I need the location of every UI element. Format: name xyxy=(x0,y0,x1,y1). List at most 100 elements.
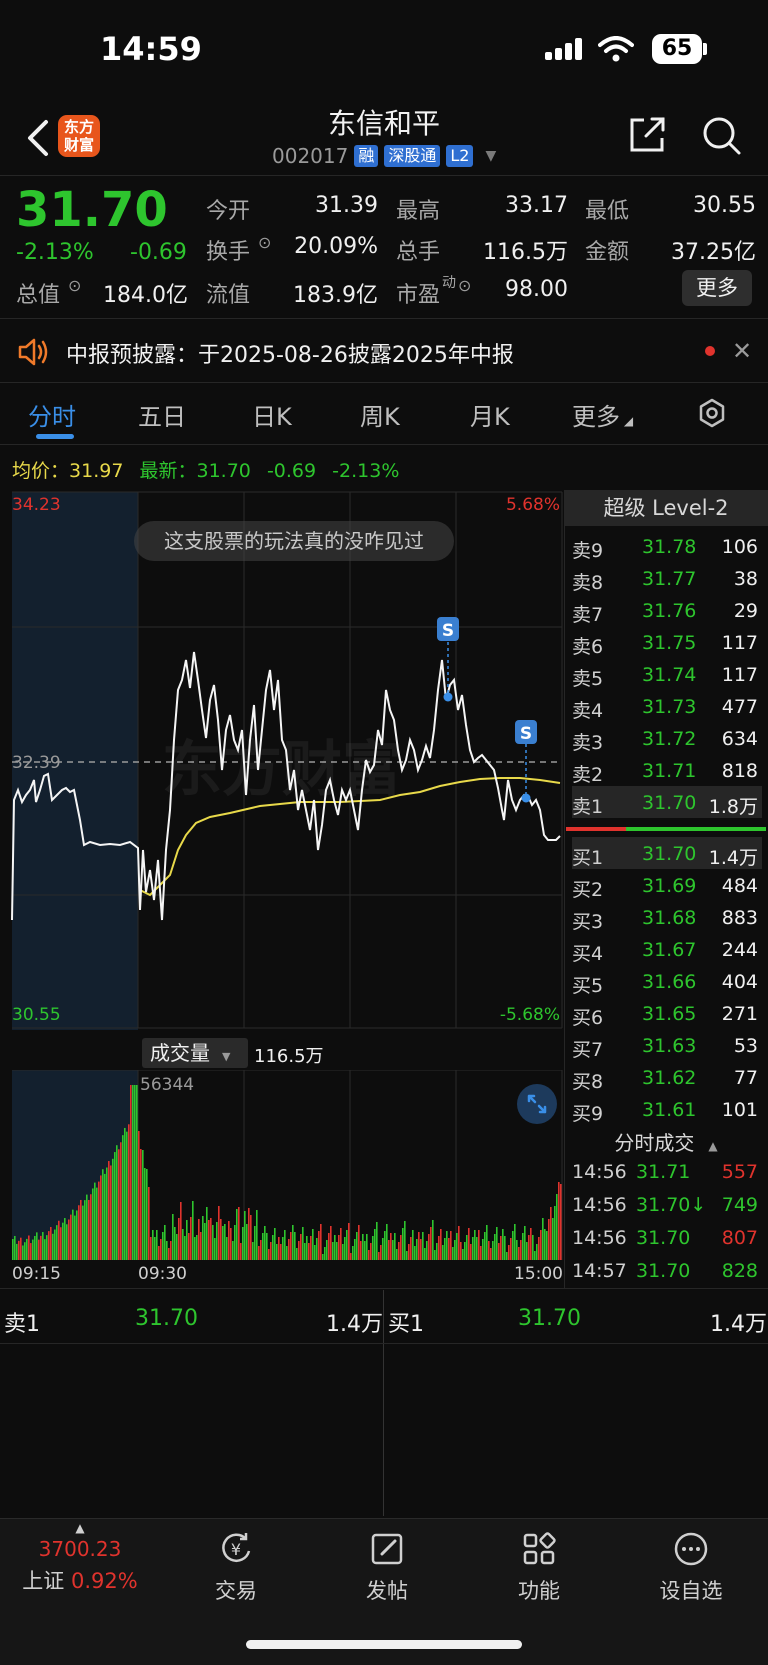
ask-row[interactable]: 卖2 31.71 818 xyxy=(572,754,762,786)
volume-bar xyxy=(410,1237,412,1260)
pe-sup: 动 xyxy=(442,275,456,291)
volume-bar xyxy=(510,1238,512,1260)
info-icon[interactable]: ⊙ xyxy=(258,233,271,252)
search-icon[interactable] xyxy=(700,114,742,156)
intraday-chart[interactable]: 东方财富 S S 34.23 30.55 32.39 5.68% -5.68% xyxy=(0,490,564,1030)
more-button[interactable]: 更多 xyxy=(682,270,752,306)
ask-row[interactable]: 卖7 31.76 29 xyxy=(572,594,762,626)
y-axis-top: 34.23 xyxy=(12,495,61,515)
bid-row[interactable]: 买7 31.63 53 xyxy=(572,1029,762,1061)
bid-row[interactable]: 买8 31.62 77 xyxy=(572,1061,762,1093)
tick-volume: 749 xyxy=(721,1194,758,1216)
ask-row[interactable]: 卖1 31.70 1.8万 xyxy=(572,786,762,818)
ask-row[interactable]: 卖5 31.74 117 xyxy=(572,658,762,690)
notice-text[interactable]: 中报预披露：于2025-08-26披露2025年中报 xyxy=(66,337,514,369)
nav-watchlist[interactable]: 设自选 xyxy=(631,1519,751,1605)
ask-volume: 29 xyxy=(733,600,758,622)
change-amount: -0.69 xyxy=(130,240,187,265)
nav-trade[interactable]: ¥ 交易 xyxy=(176,1519,296,1605)
ticks-title[interactable]: 分时成交 ▲ xyxy=(564,1127,768,1156)
volume-max-label: 56344 xyxy=(140,1075,194,1095)
home-indicator[interactable] xyxy=(246,1640,522,1649)
volume-bar xyxy=(268,1249,270,1260)
info-icon[interactable]: ⊙ xyxy=(458,276,471,295)
volume-bar xyxy=(544,1229,546,1260)
share-icon[interactable] xyxy=(626,114,668,156)
bottom-sell-vol: 1.4万 xyxy=(326,1312,383,1337)
tag-connect: 深股通 xyxy=(384,145,441,167)
volume-bar xyxy=(300,1234,302,1260)
time-open: 09:30 xyxy=(138,1264,187,1284)
open-value: 31.39 xyxy=(315,193,378,218)
volume-bar xyxy=(90,1194,92,1260)
comment-bubble[interactable]: 这支股票的玩法真的没咋见过 xyxy=(134,521,454,561)
volume-bar xyxy=(16,1243,18,1260)
volume-bar xyxy=(74,1215,76,1260)
expand-icon[interactable] xyxy=(517,1084,557,1124)
volume-bar xyxy=(18,1240,20,1260)
volume-bar xyxy=(252,1242,254,1260)
volume-bar xyxy=(22,1245,24,1260)
bottom-sell-label: 卖1 xyxy=(4,1312,40,1337)
volume-bar xyxy=(28,1235,30,1260)
volume-bar xyxy=(290,1232,292,1260)
ask-row[interactable]: 卖6 31.75 117 xyxy=(572,626,762,658)
volume-bar xyxy=(260,1240,262,1260)
status-time: 14:59 xyxy=(100,30,202,68)
tab-weekly-k[interactable]: 周K xyxy=(360,397,400,432)
bid-row[interactable]: 买2 31.69 484 xyxy=(572,869,762,901)
tab-intraday[interactable]: 分时 xyxy=(28,397,76,432)
tab-more[interactable]: 更多 ◢ xyxy=(572,397,633,432)
volume-bar xyxy=(184,1236,186,1260)
volume-bar xyxy=(66,1224,68,1260)
ask-row[interactable]: 卖4 31.73 477 xyxy=(572,690,762,722)
index-pct: 0.92% xyxy=(70,1569,138,1593)
volume-bar xyxy=(274,1228,276,1260)
bid-label: 买8 xyxy=(572,1071,604,1093)
bid-row[interactable]: 买4 31.67 244 xyxy=(572,933,762,965)
volume-bar xyxy=(68,1219,70,1260)
bottom-book-divider xyxy=(383,1290,384,1516)
bid-row[interactable]: 买3 31.68 883 xyxy=(572,901,762,933)
latest-value: 31.70 xyxy=(196,460,251,482)
nav-post[interactable]: 发帖 xyxy=(327,1519,447,1605)
volume-bar xyxy=(46,1235,48,1260)
bid-row[interactable]: 买6 31.65 271 xyxy=(572,997,762,1029)
volume-bar xyxy=(400,1235,402,1260)
volume-bar xyxy=(494,1234,496,1260)
price-summary-line: 均价：31.97 最新：31.70 -0.69 -2.13% xyxy=(12,456,399,483)
volume-bar xyxy=(380,1245,382,1260)
level2-title[interactable]: 超级 Level-2 xyxy=(564,490,768,526)
volume-bar xyxy=(272,1235,274,1260)
volume-bar xyxy=(538,1237,540,1260)
more-dots-icon xyxy=(674,1532,708,1566)
nav-post-label: 发帖 xyxy=(366,1579,408,1603)
volume-bar xyxy=(44,1239,46,1260)
bid-row[interactable]: 买1 31.70 1.4万 xyxy=(572,837,762,869)
info-icon[interactable]: ⊙ xyxy=(68,276,81,295)
bid-row[interactable]: 买5 31.66 404 xyxy=(572,965,762,997)
volume-bar xyxy=(312,1229,314,1260)
tab-daily-k[interactable]: 日K xyxy=(252,397,292,432)
bid-row[interactable]: 买9 31.61 101 xyxy=(572,1093,762,1125)
volume-bar xyxy=(354,1239,356,1260)
gear-icon[interactable] xyxy=(696,397,728,429)
index-ticker[interactable]: ▲ 3700.23 上证 0.92% xyxy=(20,1519,140,1595)
volume-bar xyxy=(526,1242,528,1260)
ask-row[interactable]: 卖8 31.77 38 xyxy=(572,562,762,594)
close-icon[interactable]: ✕ xyxy=(732,337,752,365)
volume-bar xyxy=(254,1226,256,1260)
tab-monthly-k[interactable]: 月K xyxy=(470,397,510,432)
ask-row[interactable]: 卖9 31.78 106 xyxy=(572,530,762,562)
ask-row[interactable]: 卖3 31.72 634 xyxy=(572,722,762,754)
volume-dropdown[interactable]: 成交量 ▼ xyxy=(142,1038,248,1068)
pct-axis-bottom: -5.68% xyxy=(500,1005,560,1025)
stock-code-row[interactable]: 002017 融 深股通 L2 ▼ xyxy=(272,144,496,168)
tab-five-day[interactable]: 五日 xyxy=(138,397,186,432)
volume-bar xyxy=(430,1227,432,1260)
volume-chart[interactable]: 56344 09:15 xyxy=(0,1070,564,1260)
volume-bar xyxy=(108,1161,110,1260)
volume-bar xyxy=(12,1239,14,1260)
nav-functions[interactable]: 功能 xyxy=(479,1519,599,1605)
tick-row: 14:57 31.70 828 xyxy=(572,1254,762,1286)
